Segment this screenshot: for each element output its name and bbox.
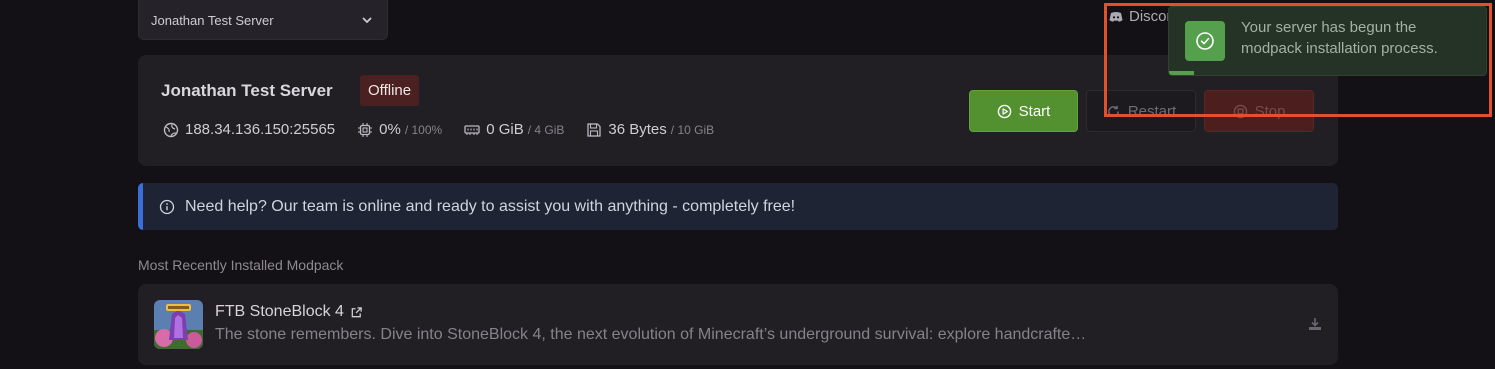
highlight-box bbox=[1104, 3, 1492, 117]
modpack-thumbnail bbox=[154, 300, 203, 349]
server-select[interactable]: Jonathan Test Server bbox=[138, 0, 388, 40]
address-stat: 188.34.136.150:25565 bbox=[163, 121, 335, 138]
modpack-card[interactable]: FTB StoneBlock 4 The stone remembers. Di… bbox=[138, 284, 1338, 365]
save-disk-icon bbox=[587, 122, 602, 137]
disk-value: 36 Bytes bbox=[608, 121, 667, 138]
info-icon bbox=[159, 199, 175, 214]
server-select-value: Jonathan Test Server bbox=[151, 12, 274, 28]
play-circle-icon bbox=[997, 104, 1011, 118]
modpack-title-link[interactable]: FTB StoneBlock 4 bbox=[215, 303, 363, 321]
memory-limit: / 4 GiB bbox=[527, 122, 565, 137]
memory-stat: 0 GiB / 4 GiB bbox=[464, 121, 564, 138]
server-name: Jonathan Test Server bbox=[161, 81, 333, 100]
modpack-section-label: Most Recently Installed Modpack bbox=[138, 257, 344, 273]
modpack-description: The stone remembers. Dive into StoneBloc… bbox=[215, 326, 1095, 343]
memory-icon bbox=[464, 124, 480, 135]
download-icon[interactable] bbox=[1308, 317, 1322, 331]
cpu-stat: 0% / 100% bbox=[357, 121, 442, 138]
server-address: 188.34.136.150:25565 bbox=[185, 121, 336, 138]
cpu-value: 0% bbox=[379, 121, 401, 138]
start-button[interactable]: Start bbox=[969, 90, 1078, 132]
help-banner: Need help? Our team is online and ready … bbox=[138, 183, 1338, 230]
disk-limit: / 10 GiB bbox=[670, 122, 715, 137]
help-banner-text: Need help? Our team is online and ready … bbox=[185, 197, 796, 215]
memory-value: 0 GiB bbox=[486, 121, 524, 138]
start-button-label: Start bbox=[1018, 102, 1051, 120]
globe-icon bbox=[163, 122, 179, 137]
server-stats: 188.34.136.150:25565 0% / 100% 0 GiB / 4… bbox=[163, 121, 736, 138]
disk-stat: 36 Bytes / 10 GiB bbox=[586, 121, 714, 138]
chevron-down-icon bbox=[362, 17, 372, 24]
cpu-icon bbox=[358, 122, 373, 137]
cpu-limit: / 100% bbox=[404, 122, 443, 137]
external-link-icon bbox=[351, 306, 362, 317]
modpack-title: FTB StoneBlock 4 bbox=[215, 303, 344, 320]
status-badge: Offline bbox=[360, 75, 420, 106]
